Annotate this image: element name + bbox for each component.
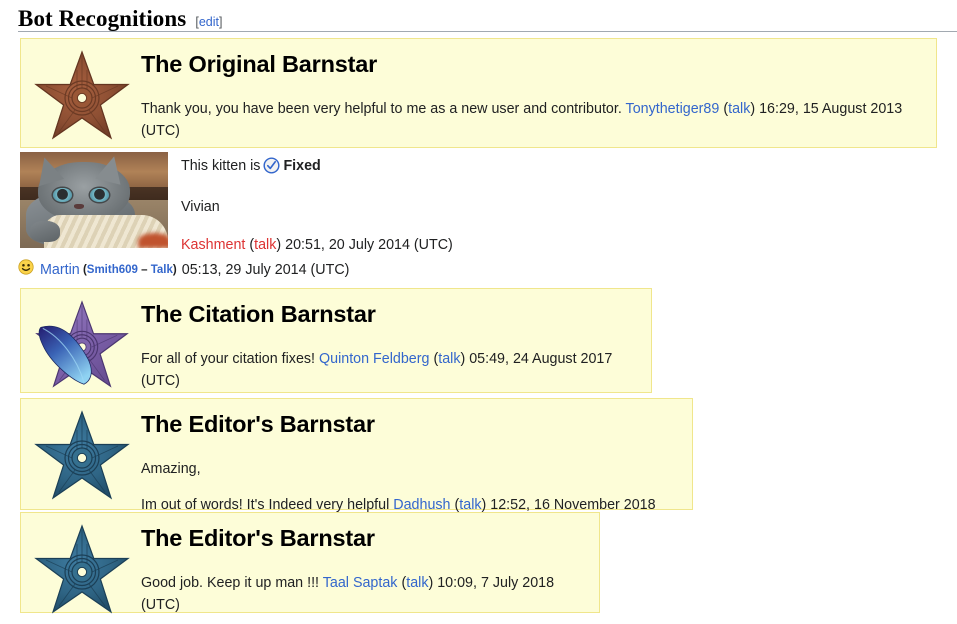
paren-close: ) bbox=[460, 351, 466, 368]
user-link[interactable]: Dadhush bbox=[393, 497, 450, 513]
section-heading: Bot Recognitions [edit] bbox=[18, 6, 939, 32]
award-content: The Original Barnstar Thank you, you hav… bbox=[137, 45, 928, 141]
user-link[interactable]: Tonythetiger89 bbox=[626, 101, 720, 117]
paren-close: ) bbox=[481, 497, 487, 514]
user-link[interactable]: Taal Saptak bbox=[323, 575, 398, 591]
edit-link[interactable]: edit bbox=[199, 15, 219, 29]
talk-link[interactable]: talk bbox=[459, 497, 481, 513]
paren-close: ) bbox=[276, 236, 282, 253]
award-box-editors-barnstar-2: The Editor's Barnstar Good job. Keep it … bbox=[20, 512, 600, 614]
timestamp: 20:51, 20 July 2014 (UTC) bbox=[285, 236, 453, 253]
signature-line-martin: Martin (Smith609 – Talk) 05:13, 29 July … bbox=[18, 259, 349, 281]
message-text: Im out of words! It's Indeed very helpfu… bbox=[141, 497, 390, 514]
barnstar-editor-icon bbox=[27, 405, 137, 503]
award-message: For all of your citation fixes! Quinton … bbox=[141, 348, 643, 392]
kitten-award-block: This kitten is Fixed Vivian Kashment (tal… bbox=[20, 152, 520, 256]
talk-link[interactable]: talk bbox=[728, 101, 750, 117]
paren-close: ) bbox=[428, 575, 434, 592]
signature-subscript: (Smith609 – Talk) bbox=[80, 262, 177, 278]
kitten-prefix: This kitten is bbox=[181, 158, 261, 174]
kitten-signer-name: Vivian bbox=[181, 199, 220, 216]
talk-page-section: Bot Recognitions [edit] The Original Bar… bbox=[0, 0, 957, 624]
talk-link[interactable]: talk bbox=[406, 575, 428, 591]
award-box-citation-barnstar: The Citation Barnstar For all of your ci… bbox=[20, 288, 652, 393]
check-circle-icon bbox=[263, 157, 280, 181]
edit-section-link: [edit] bbox=[195, 15, 222, 29]
heading-divider bbox=[18, 31, 957, 32]
fixed-label: Fixed bbox=[283, 158, 321, 174]
paren-close: ) bbox=[172, 263, 177, 276]
talk-link[interactable]: talk bbox=[438, 351, 460, 367]
kitten-photo bbox=[20, 152, 168, 248]
paren-close: ) bbox=[750, 101, 756, 118]
award-message: Thank you, you have been very helpful to… bbox=[141, 98, 928, 142]
smiley-face-icon bbox=[18, 259, 34, 281]
award-content: The Citation Barnstar For all of your ci… bbox=[137, 295, 643, 389]
user-subpage-link[interactable]: Smith609 bbox=[87, 264, 138, 276]
award-message-line1: Amazing, bbox=[141, 461, 201, 478]
message-text: For all of your citation fixes! bbox=[141, 351, 316, 368]
kitten-content: This kitten is Fixed Vivian Kashment (tal… bbox=[168, 152, 453, 256]
award-title: The Editor's Barnstar bbox=[141, 525, 375, 551]
award-box-editors-barnstar-1: The Editor's Barnstar Amazing, Im out of… bbox=[20, 398, 693, 535]
barnstar-citation-icon bbox=[27, 295, 137, 388]
page-title: Bot Recognitions bbox=[18, 6, 187, 31]
award-content: The Editor's Barnstar Amazing, Im out of… bbox=[137, 405, 684, 535]
bracket-close: ] bbox=[219, 15, 223, 29]
user-link[interactable]: Kashment bbox=[181, 237, 245, 253]
award-content: The Editor's Barnstar Good job. Keep it … bbox=[137, 519, 591, 613]
user-link[interactable]: Quinton Feldberg bbox=[319, 351, 429, 367]
award-title: The Editor's Barnstar bbox=[141, 411, 375, 437]
kitten-signature: Kashment (talk) 20:51, 20 July 2014 (UTC… bbox=[181, 235, 453, 256]
message-text: Good job. Keep it up man !!! bbox=[141, 575, 320, 592]
talk-link[interactable]: Talk bbox=[151, 264, 173, 276]
barnstar-brown-icon bbox=[27, 45, 137, 141]
award-message: Good job. Keep it up man !!! Taal Saptak… bbox=[141, 572, 591, 616]
timestamp: 05:13, 29 July 2014 (UTC) bbox=[181, 262, 350, 278]
kitten-status-line: This kitten is Fixed bbox=[181, 156, 453, 181]
talk-link[interactable]: talk bbox=[254, 237, 276, 253]
award-box-original-barnstar: The Original Barnstar Thank you, you hav… bbox=[20, 38, 937, 148]
award-title: The Original Barnstar bbox=[141, 51, 378, 77]
user-link[interactable]: Martin bbox=[40, 260, 80, 280]
barnstar-editor-icon bbox=[27, 519, 137, 614]
award-title: The Citation Barnstar bbox=[141, 301, 376, 327]
message-text: Thank you, you have been very helpful to… bbox=[141, 101, 622, 118]
